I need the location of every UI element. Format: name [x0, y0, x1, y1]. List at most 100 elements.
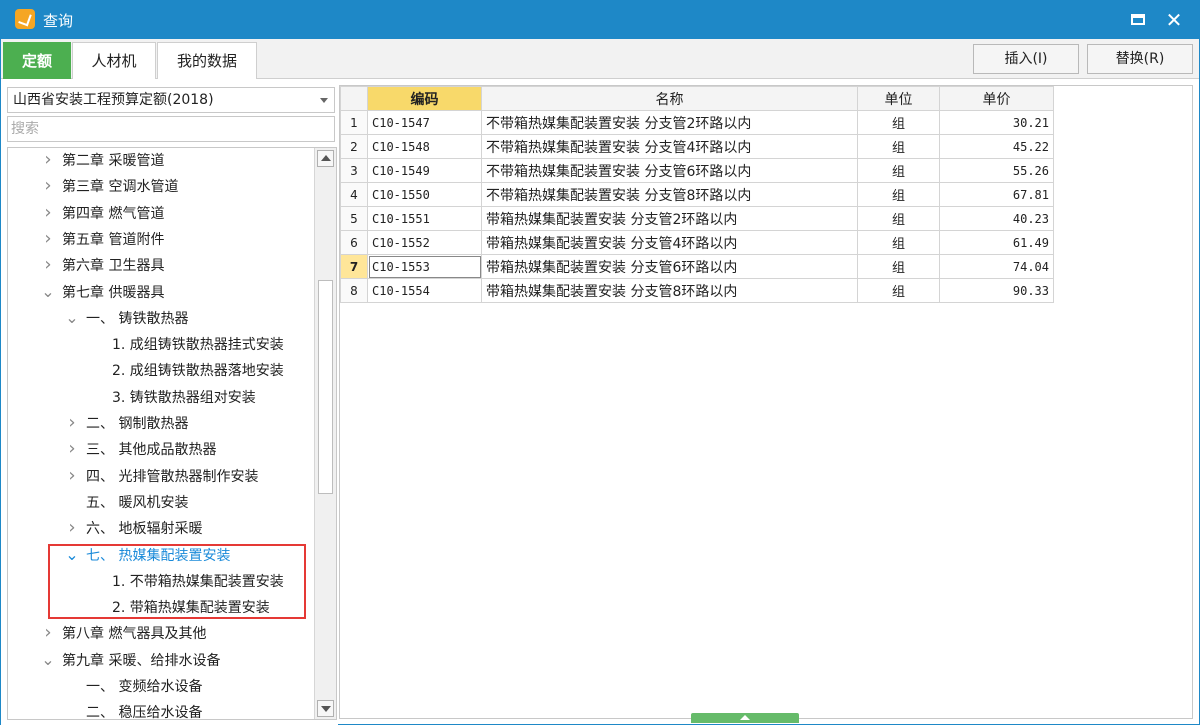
tree-node[interactable]: 第八章 燃气器具及其他: [8, 621, 314, 647]
code-cell[interactable]: C10-1549: [367, 158, 482, 183]
row-number[interactable]: 6: [340, 230, 368, 255]
table-row[interactable]: 8 C10-1554 带箱热媒集配装置安装 分支管8环路以内组 90.33: [340, 278, 1054, 303]
tree-node[interactable]: 五、 暖风机安装: [8, 490, 314, 516]
unit-cell[interactable]: 组: [857, 254, 940, 279]
tree-node[interactable]: 第九章 采暖、给排水设备: [8, 648, 314, 674]
price-cell[interactable]: 45.22: [939, 134, 1054, 159]
chevron-down-icon[interactable]: [40, 280, 56, 306]
tree-node[interactable]: 第三章 空调水管道: [8, 174, 314, 200]
tree-node[interactable]: 3. 铸铁散热器组对安装: [8, 385, 314, 411]
chevron-right-icon[interactable]: [40, 201, 56, 227]
scroll-thumb[interactable]: [318, 280, 333, 494]
table-row[interactable]: 5 C10-1551 带箱热媒集配装置安装 分支管2环路以内组 40.23: [340, 206, 1054, 231]
name-column-header[interactable]: 名称: [481, 86, 858, 111]
chevron-right-icon[interactable]: [64, 437, 80, 463]
unit-cell[interactable]: 组: [857, 278, 940, 303]
table-row[interactable]: 7 C10-1553 带箱热媒集配装置安装 分支管6环路以内组 74.04: [340, 254, 1054, 279]
code-cell[interactable]: C10-1548: [367, 134, 482, 159]
chevron-down-icon[interactable]: [40, 648, 56, 674]
tab-labor-material-machine[interactable]: 人材机: [72, 42, 156, 79]
table-row[interactable]: 4 C10-1550 不带箱热媒集配装置安装 分支管8环路以内组 67.81: [340, 182, 1054, 207]
replace-button[interactable]: 替换(R): [1087, 44, 1193, 74]
chevron-right-icon[interactable]: [64, 516, 80, 542]
unit-column-header[interactable]: 单位: [857, 86, 940, 111]
name-cell[interactable]: 带箱热媒集配装置安装 分支管2环路以内: [481, 206, 858, 231]
unit-cell[interactable]: 组: [857, 110, 940, 135]
price-column-header[interactable]: 单价: [939, 86, 1054, 111]
code-cell[interactable]: C10-1552: [367, 230, 482, 255]
tree-node[interactable]: 第六章 卫生器具: [8, 253, 314, 279]
unit-cell[interactable]: 组: [857, 158, 940, 183]
table-row[interactable]: 2 C10-1548 不带箱热媒集配装置安装 分支管4环路以内组 45.22: [340, 134, 1054, 159]
tree-node[interactable]: 二、 稳压给水设备: [8, 700, 314, 720]
chevron-down-icon[interactable]: [64, 306, 80, 332]
row-number[interactable]: 1: [340, 110, 368, 135]
chevron-right-icon[interactable]: [40, 253, 56, 279]
tree-node[interactable]: 一、 铸铁散热器: [8, 306, 314, 332]
chevron-right-icon[interactable]: [64, 464, 80, 490]
insert-button[interactable]: 插入(I): [973, 44, 1079, 74]
code-cell[interactable]: C10-1554: [367, 278, 482, 303]
row-number[interactable]: 2: [340, 134, 368, 159]
name-cell[interactable]: 不带箱热媒集配装置安装 分支管2环路以内: [481, 110, 858, 135]
tree-node[interactable]: 第二章 采暖管道: [8, 148, 314, 174]
tree-node[interactable]: 第七章 供暖器具: [8, 280, 314, 306]
expand-panel-handle[interactable]: [691, 713, 799, 723]
chevron-right-icon[interactable]: [40, 227, 56, 253]
scroll-down-icon[interactable]: [317, 700, 334, 717]
maximize-button[interactable]: [1125, 7, 1151, 33]
tab-my-data[interactable]: 我的数据: [157, 42, 257, 79]
unit-cell[interactable]: 组: [857, 206, 940, 231]
price-cell[interactable]: 40.23: [939, 206, 1054, 231]
code-cell[interactable]: C10-1550: [367, 182, 482, 207]
tree-node-label: 二、 稳压给水设备: [86, 705, 203, 720]
unit-cell[interactable]: 组: [857, 230, 940, 255]
price-cell[interactable]: 55.26: [939, 158, 1054, 183]
unit-cell[interactable]: 组: [857, 182, 940, 207]
chevron-right-icon[interactable]: [64, 411, 80, 437]
code-cell[interactable]: C10-1547: [367, 110, 482, 135]
tree-node[interactable]: 第五章 管道附件: [8, 227, 314, 253]
chevron-right-icon[interactable]: [40, 174, 56, 200]
tree-node[interactable]: 二、 钢制散热器: [8, 411, 314, 437]
tree-node[interactable]: 四、 光排管散热器制作安装: [8, 464, 314, 490]
tree-node[interactable]: 三、 其他成品散热器: [8, 437, 314, 463]
tree-node[interactable]: 2. 成组铸铁散热器落地安装: [8, 358, 314, 384]
chevron-right-icon[interactable]: [40, 621, 56, 647]
tree-scrollbar[interactable]: [314, 148, 336, 719]
quota-table: 编码 名称 单位 单价 1 C10-1547 不带箱热媒集配装置安装 分支管2环路以…: [340, 86, 1054, 303]
search-input[interactable]: 搜索: [7, 116, 335, 142]
price-cell[interactable]: 61.49: [939, 230, 1054, 255]
row-number[interactable]: 3: [340, 158, 368, 183]
quota-library-select[interactable]: 山西省安装工程预算定额(2018): [7, 87, 335, 113]
price-cell[interactable]: 90.33: [939, 278, 1054, 303]
unit-cell[interactable]: 组: [857, 134, 940, 159]
tree-node[interactable]: 一、 变频给水设备: [8, 674, 314, 700]
chevron-right-icon[interactable]: [40, 148, 56, 174]
table-row[interactable]: 3 C10-1549 不带箱热媒集配装置安装 分支管6环路以内组 55.26: [340, 158, 1054, 183]
name-cell[interactable]: 不带箱热媒集配装置安装 分支管8环路以内: [481, 182, 858, 207]
row-number[interactable]: 5: [340, 206, 368, 231]
price-cell[interactable]: 74.04: [939, 254, 1054, 279]
table-row[interactable]: 6 C10-1552 带箱热媒集配装置安装 分支管4环路以内组 61.49: [340, 230, 1054, 255]
table-row[interactable]: 1 C10-1547 不带箱热媒集配装置安装 分支管2环路以内组 30.21: [340, 110, 1054, 135]
name-cell[interactable]: 带箱热媒集配装置安装 分支管8环路以内: [481, 278, 858, 303]
price-cell[interactable]: 30.21: [939, 110, 1054, 135]
row-number[interactable]: 4: [340, 182, 368, 207]
tab-quota[interactable]: 定额: [3, 42, 71, 79]
price-cell[interactable]: 67.81: [939, 182, 1054, 207]
name-cell[interactable]: 不带箱热媒集配装置安装 分支管6环路以内: [481, 158, 858, 183]
name-cell[interactable]: 不带箱热媒集配装置安装 分支管4环路以内: [481, 134, 858, 159]
tree-node[interactable]: 六、 地板辐射采暖: [8, 516, 314, 542]
name-cell[interactable]: 带箱热媒集配装置安装 分支管4环路以内: [481, 230, 858, 255]
close-button[interactable]: ✕: [1161, 7, 1187, 33]
row-number[interactable]: 8: [340, 278, 368, 303]
row-number[interactable]: 7: [340, 254, 368, 279]
tree-node[interactable]: 第四章 燃气管道: [8, 201, 314, 227]
scroll-up-icon[interactable]: [317, 150, 334, 167]
code-cell[interactable]: C10-1553: [367, 254, 482, 279]
code-column-header[interactable]: 编码: [367, 86, 482, 111]
code-cell[interactable]: C10-1551: [367, 206, 482, 231]
tree-node[interactable]: 1. 成组铸铁散热器挂式安装: [8, 332, 314, 358]
name-cell[interactable]: 带箱热媒集配装置安装 分支管6环路以内: [481, 254, 858, 279]
